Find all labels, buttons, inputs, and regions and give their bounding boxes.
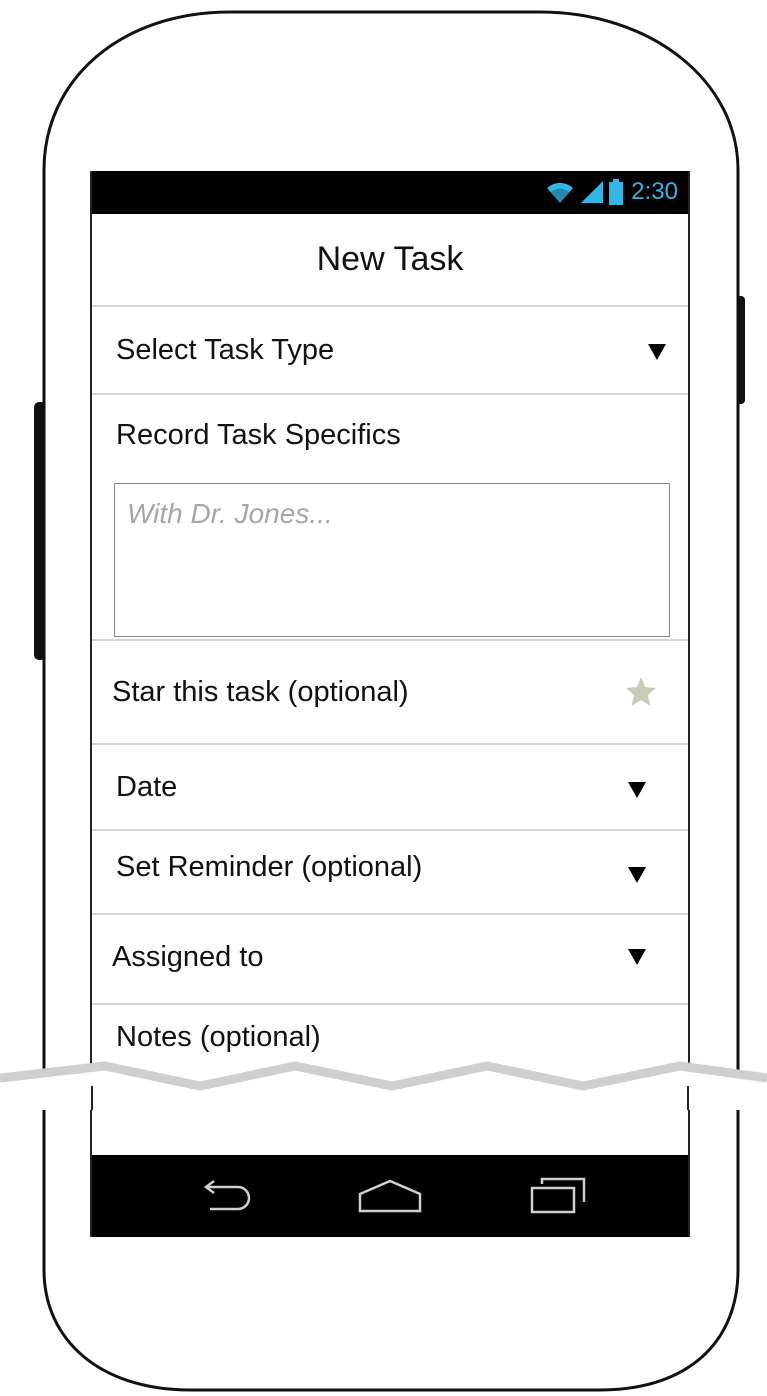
task-type-dropdown[interactable]: Select Task Type: [92, 307, 688, 395]
content-break-divider: [0, 1061, 767, 1110]
task-specifics-section: Record Task Specifics With Dr. Jones...: [92, 395, 688, 641]
date-label: Date: [116, 771, 178, 803]
reminder-label: Set Reminder (optional): [116, 851, 423, 883]
status-time: 2:30: [631, 178, 678, 205]
page-title: New Task: [316, 240, 464, 278]
action-bar: New Task: [92, 214, 688, 307]
battery-icon: [609, 179, 624, 205]
star-task-row[interactable]: Star this task (optional): [92, 641, 688, 745]
back-icon: [203, 1180, 251, 1211]
home-button[interactable]: [350, 1173, 430, 1219]
star-task-label: Star this task (optional): [112, 676, 409, 708]
home-icon: [358, 1179, 422, 1213]
dropdown-caret-icon: [628, 867, 646, 883]
task-type-label: Select Task Type: [116, 334, 335, 366]
navigation-bar: [92, 1155, 688, 1237]
recent-apps-icon: [530, 1177, 586, 1214]
assigned-to-label: Assigned to: [112, 941, 264, 973]
wifi-icon: [547, 182, 574, 203]
dropdown-caret-icon: [628, 949, 646, 965]
assigned-to-dropdown[interactable]: Assigned to: [92, 915, 688, 1005]
dropdown-caret-icon: [628, 782, 646, 798]
date-dropdown[interactable]: Date: [92, 745, 688, 831]
signal-icon: [581, 181, 604, 203]
phone-mockup: 2:30 New Task Select Task Type Record Ta…: [0, 0, 767, 1396]
task-specifics-placeholder: With Dr. Jones...: [127, 498, 333, 529]
task-specifics-input[interactable]: With Dr. Jones...: [114, 483, 670, 637]
recent-apps-button[interactable]: [518, 1173, 598, 1219]
status-bar: 2:30: [92, 171, 688, 214]
star-icon[interactable]: [624, 675, 658, 709]
dropdown-caret-icon: [648, 344, 666, 360]
reminder-dropdown[interactable]: Set Reminder (optional): [92, 831, 688, 915]
back-button[interactable]: [184, 1173, 264, 1219]
task-specifics-label: Record Task Specifics: [116, 419, 401, 451]
